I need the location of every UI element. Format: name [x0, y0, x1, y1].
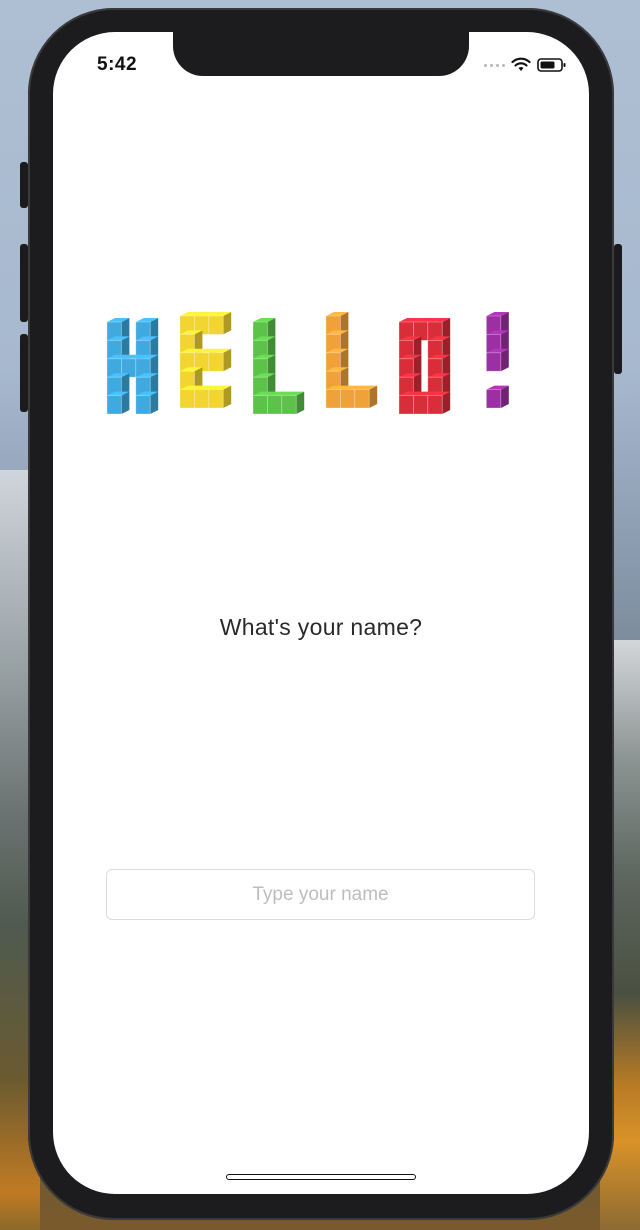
notch — [173, 32, 469, 76]
silent-switch — [20, 162, 28, 208]
logo-letter-exclamation — [485, 312, 509, 409]
name-question-label: What's your name? — [219, 614, 423, 640]
logo-letter-l — [252, 318, 305, 415]
wifi-icon — [511, 57, 531, 71]
logo-letter-h — [106, 318, 159, 415]
battery-icon — [537, 58, 566, 72]
hello-logo-image — [106, 312, 509, 415]
cellular-signal-icon — [484, 63, 505, 67]
volume-up-button — [20, 244, 28, 322]
volume-down-button — [20, 334, 28, 412]
status-time: 5:42 — [97, 54, 138, 75]
logo-letter-e — [179, 312, 232, 409]
home-indicator[interactable] — [226, 1174, 416, 1180]
name-input[interactable] — [106, 869, 535, 920]
logo-letter-l — [325, 312, 378, 409]
logo-letter-o — [398, 318, 451, 415]
status-icons — [484, 56, 567, 74]
power-button — [614, 244, 622, 374]
app-screen: 5:42 What's your name? — [53, 32, 589, 1194]
